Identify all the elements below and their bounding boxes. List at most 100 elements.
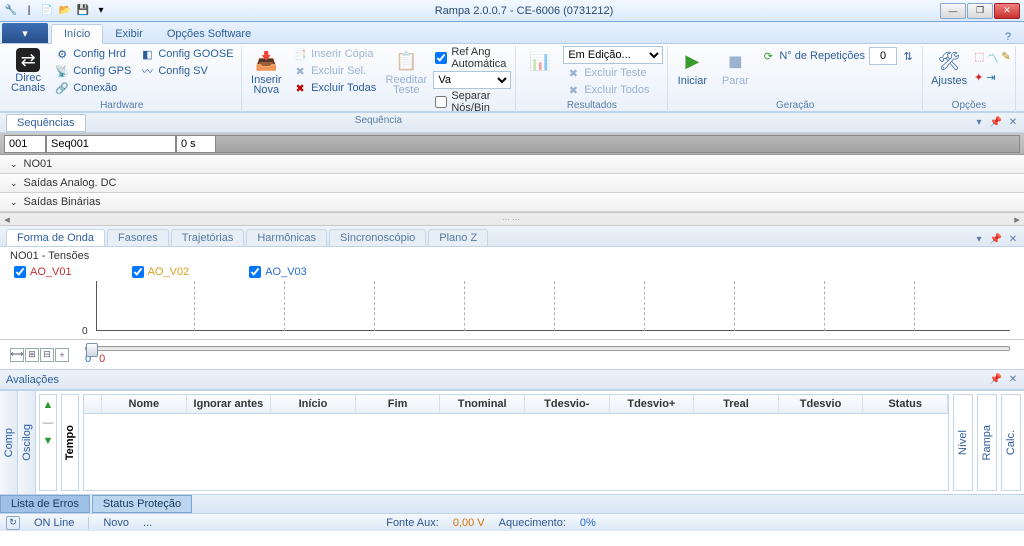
qat-dropdown-icon[interactable]: ▾ xyxy=(94,4,108,18)
status-refresh-icon[interactable]: ↻ xyxy=(6,516,20,530)
right-col-calc[interactable]: Calc. xyxy=(1001,394,1021,491)
spinner-icon[interactable]: ⇅ xyxy=(901,49,915,63)
save-icon[interactable]: 💾 xyxy=(76,4,90,18)
seq-num-input[interactable] xyxy=(4,135,46,153)
panel-pin-icon[interactable]: 📌 xyxy=(989,116,1003,130)
col-treal[interactable]: Treal xyxy=(694,395,779,413)
em-edicao-select[interactable]: Em Edição... xyxy=(563,46,663,64)
arrow-up-icon[interactable]: ▲ xyxy=(43,399,54,411)
slider-tool-3[interactable]: ⊟ xyxy=(40,348,54,362)
excluir-todos-button[interactable]: ✖Excluir Todos xyxy=(563,82,663,98)
col-ignorar[interactable]: Ignorar antes xyxy=(187,395,272,413)
slider-thumb[interactable] xyxy=(86,343,98,357)
tab-trajetorias[interactable]: Trajetórias xyxy=(171,229,245,246)
open-icon[interactable]: 📂 xyxy=(58,4,72,18)
opt-icon-4[interactable]: ✦ xyxy=(974,71,983,84)
scroll-right-icon[interactable]: ▸ xyxy=(1010,213,1024,226)
opt-icon-3[interactable]: ✎ xyxy=(1002,50,1011,66)
col-tdesvio-neg[interactable]: Tdesvio- xyxy=(525,395,610,413)
splitter-bar[interactable]: ◂ ⋯⋯ ▸ xyxy=(0,212,1024,226)
config-hrd-button[interactable]: ⚙Config Hrd xyxy=(52,46,134,62)
tempo-col[interactable]: Tempo xyxy=(61,394,79,491)
help-icon[interactable]: ? xyxy=(1000,31,1016,43)
conexao-button[interactable]: 🔗Conexão xyxy=(52,80,134,96)
time-slider[interactable] xyxy=(85,346,1010,351)
slider-tool-4[interactable]: + xyxy=(55,348,69,362)
right-col-rampa[interactable]: Rampa xyxy=(977,394,997,491)
col-nome[interactable]: Nome xyxy=(102,395,187,413)
scroll-left-icon[interactable]: ◂ xyxy=(0,213,14,226)
acc-no01[interactable]: ⌄NO01 xyxy=(0,155,1024,174)
relatorio-button[interactable]: 📄Relatório xyxy=(1020,46,1024,89)
acc-saidas-bin[interactable]: ⌄Saídas Binárias xyxy=(0,193,1024,212)
acc-saidas-analog[interactable]: ⌄Saídas Analog. DC xyxy=(0,174,1024,193)
eval-close-icon[interactable]: ✕ xyxy=(1006,373,1020,387)
col-inicio[interactable]: Início xyxy=(271,395,356,413)
panel-dropdown-icon[interactable]: ▾ xyxy=(972,116,986,130)
side-tab-oscilog[interactable]: Oscilog xyxy=(18,391,36,494)
wave-pin-icon[interactable]: 📌 xyxy=(989,232,1003,246)
tab-planoz[interactable]: Plano Z xyxy=(428,229,488,246)
tab-inicio[interactable]: Início xyxy=(51,24,103,44)
v01-checkbox[interactable] xyxy=(14,266,26,278)
col-fim[interactable]: Fim xyxy=(356,395,441,413)
eval-pin-icon[interactable]: 📌 xyxy=(989,373,1003,387)
new-icon[interactable]: 📄 xyxy=(40,4,54,18)
maximize-button[interactable]: ❐ xyxy=(967,3,993,19)
v03-checkbox[interactable] xyxy=(249,266,261,278)
ref-ang-check-input[interactable] xyxy=(435,52,447,64)
col-tdesvio[interactable]: Tdesvio xyxy=(779,395,864,413)
ref-ang-checkbox[interactable]: Ref Ang Automática xyxy=(433,46,511,70)
excluir-teste-button[interactable]: ✖Excluir Teste xyxy=(563,65,663,81)
tab-forma-onda[interactable]: Forma de Onda xyxy=(6,229,105,246)
separar-check-input[interactable] xyxy=(435,96,447,108)
ajustes-button[interactable]: 🛠Ajustes xyxy=(927,46,971,89)
wave-series-v02[interactable]: AO_V02 xyxy=(132,266,190,278)
slider-tool-2[interactable]: ⊞ xyxy=(25,348,39,362)
config-sv-button[interactable]: 〰Config SV xyxy=(137,63,236,79)
seq-name-input[interactable] xyxy=(46,135,176,153)
tab-exibir[interactable]: Exibir xyxy=(103,25,155,43)
wave-series-v03[interactable]: AO_V03 xyxy=(249,266,307,278)
sequencias-tab[interactable]: Sequências xyxy=(6,114,86,132)
va-select[interactable]: Va xyxy=(433,71,511,89)
tab-status-protecao[interactable]: Status Proteção xyxy=(92,495,192,513)
minimize-button[interactable]: — xyxy=(940,3,966,19)
direc-canais-button[interactable]: ⇄ Direc Canais xyxy=(7,46,49,95)
config-gps-button[interactable]: 📡Config GPS xyxy=(52,63,134,79)
opt-icon-2[interactable]: 〽 xyxy=(988,50,999,66)
app-menu-button[interactable]: ▾ xyxy=(2,23,48,43)
col-status[interactable]: Status xyxy=(863,395,948,413)
inserir-copia-button[interactable]: 📑Inserir Cópia xyxy=(290,46,379,62)
iniciar-button[interactable]: ▶Iniciar xyxy=(672,46,712,89)
reeditar-teste-button[interactable]: 📋 Reeditar Teste xyxy=(382,46,430,97)
config-goose-button[interactable]: ◧Config GOOSE xyxy=(137,46,236,62)
inserir-nova-button[interactable]: 📥 Inserir Nova xyxy=(246,46,288,97)
tab-fasores[interactable]: Fasores xyxy=(107,229,169,246)
seq-dur-input[interactable] xyxy=(176,135,216,153)
right-col-nivel[interactable]: Nível xyxy=(953,394,973,491)
opt-icon-1[interactable]: ⬚ xyxy=(974,50,984,66)
tab-harmonicas[interactable]: Harmônicas xyxy=(246,229,327,246)
excluir-sel-button[interactable]: ✖Excluir Sel. xyxy=(290,63,379,79)
col-tnominal[interactable]: Tnominal xyxy=(440,395,525,413)
parar-button[interactable]: ◼Parar xyxy=(715,46,755,89)
tab-opcoes-software[interactable]: Opções Software xyxy=(155,25,263,43)
resultados-big-button[interactable]: 📊 xyxy=(520,46,560,76)
excluir-todas-button[interactable]: ✖Excluir Todas xyxy=(290,80,379,96)
tab-sincronoscopio[interactable]: Sincronoscópio xyxy=(329,229,426,246)
wave-close-icon[interactable]: ✕ xyxy=(1006,232,1020,246)
slider-tool-1[interactable]: ⟷ xyxy=(10,348,24,362)
panel-close-icon[interactable]: ✕ xyxy=(1006,116,1020,130)
separar-nos-checkbox[interactable]: Separar Nós/Bin xyxy=(433,90,511,114)
side-tab-comp[interactable]: Comp xyxy=(0,391,18,494)
arrow-mid-icon[interactable]: — xyxy=(43,417,54,429)
wave-series-v01[interactable]: AO_V01 xyxy=(14,266,72,278)
v02-checkbox[interactable] xyxy=(132,266,144,278)
arrow-down-icon[interactable]: ▼ xyxy=(43,435,54,447)
col-tdesvio-pos[interactable]: Tdesvio+ xyxy=(610,395,695,413)
splitter-grip-icon[interactable]: ⋯⋯ xyxy=(502,215,522,224)
n-repeticoes-input[interactable] xyxy=(869,47,897,65)
opt-icon-5[interactable]: ⇥ xyxy=(986,71,995,84)
close-button[interactable]: ✕ xyxy=(994,3,1020,19)
